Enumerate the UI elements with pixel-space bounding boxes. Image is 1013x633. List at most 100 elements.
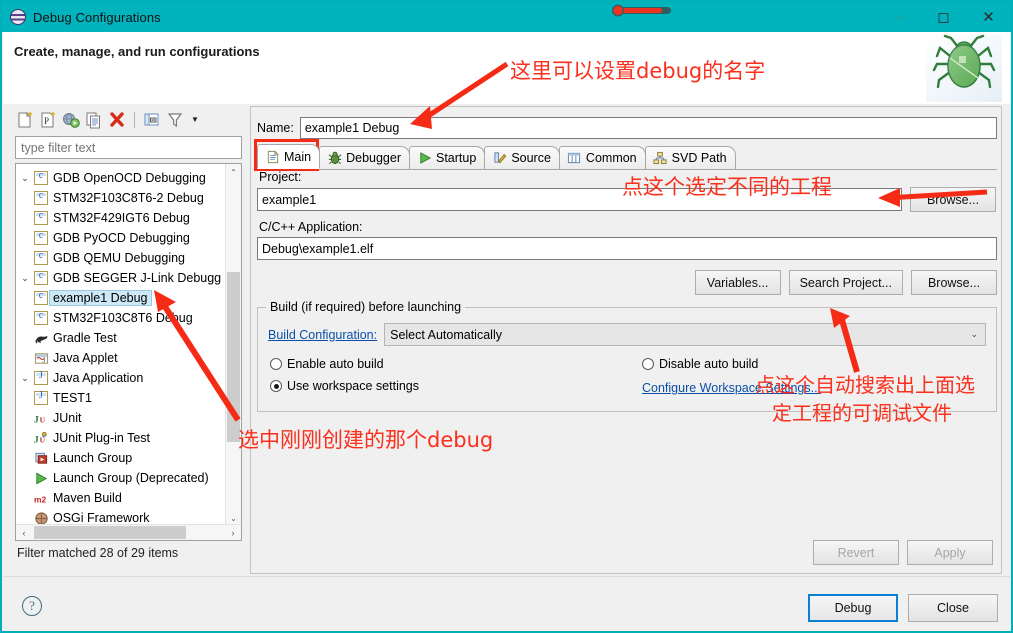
close-button[interactable]: ✕: [966, 2, 1011, 32]
maximize-button[interactable]: ◻: [921, 2, 966, 32]
tree-item-gdb-qemu-debugging[interactable]: GDB QEMU Debugging: [16, 248, 226, 268]
tree-item-java-applet[interactable]: J Java Applet: [16, 348, 226, 368]
tree-horizontal-scrollbar[interactable]: ‹ ›: [16, 524, 241, 540]
project-label: Project:: [259, 170, 302, 184]
application-input[interactable]: [257, 237, 997, 260]
view-menu-icon[interactable]: ▼: [188, 110, 202, 130]
junit-plugin-icon: J U: [32, 431, 50, 446]
revert-apply-row: Revert Apply: [813, 540, 993, 565]
configuration-editor: Name: Main: [250, 106, 1002, 574]
thermometer-icon: [612, 4, 671, 17]
tree-vertical-scrollbar[interactable]: ⌃ ⌄: [225, 164, 241, 526]
configure-workspace-settings-link[interactable]: Configure Workspace Settings...: [642, 381, 821, 395]
tree-toolbar: P ▼: [11, 106, 244, 133]
radio-enable-auto-build[interactable]: Enable auto build: [270, 357, 384, 371]
radio-indicator[interactable]: [270, 358, 282, 370]
configurations-panel: P ▼ type filter text ⌄ c GDB OpenOCD Deb…: [11, 106, 244, 574]
tab-common[interactable]: Common: [558, 146, 646, 169]
tab-startup[interactable]: Startup: [409, 146, 486, 169]
tree-item-stm32f429igt6-debug[interactable]: STM32F429IGT6 Debug: [16, 208, 226, 228]
apply-button[interactable]: Apply: [907, 540, 993, 565]
delete-icon[interactable]: [107, 110, 127, 130]
tree-item-java-application[interactable]: ⌄ Java Application: [16, 368, 226, 388]
tree-item-launch-group-deprecated[interactable]: Launch Group (Deprecated): [16, 468, 226, 488]
window-controls: – ◻ ✕: [876, 2, 1011, 32]
tab-label: Main: [284, 149, 312, 164]
tree-item-label: JUnit Plug-in Test: [53, 431, 151, 445]
tab-debugger[interactable]: Debugger: [319, 146, 410, 169]
filter-status-label: Filter matched 28 of 29 items: [17, 546, 179, 560]
tab-label: Common: [585, 151, 637, 165]
variables-button[interactable]: Variables...: [694, 270, 781, 295]
radio-label: Disable auto build: [659, 357, 759, 371]
scroll-up-icon[interactable]: ⌃: [226, 164, 241, 180]
radio-indicator[interactable]: [270, 380, 282, 392]
project-browse-button[interactable]: Browse...: [910, 187, 996, 212]
build-configuration-select[interactable]: Select Automatically ⌄: [384, 323, 986, 346]
tree-item-gdb-segger-jlink-debugging[interactable]: ⌄ GDB SEGGER J-Link Debugg: [16, 268, 226, 288]
tab-source[interactable]: Source: [484, 146, 560, 169]
tree-item-junit-plugin-test[interactable]: J U JUnit Plug-in Test: [16, 428, 226, 448]
java-icon: [32, 370, 50, 385]
search-project-button[interactable]: Search Project...: [788, 270, 903, 295]
build-configuration-link[interactable]: Build Configuration:: [268, 328, 377, 342]
tree-item-maven-build[interactable]: m2 Maven Build: [16, 488, 226, 508]
scroll-left-icon[interactable]: ‹: [16, 525, 32, 540]
configuration-name-input[interactable]: [299, 117, 997, 139]
tree-item-stm32f103c8t6-2-debug[interactable]: STM32F103C8T6-2 Debug: [16, 188, 226, 208]
duplicate-icon[interactable]: [84, 110, 104, 130]
tab-svd-path[interactable]: SVD Path: [644, 146, 736, 169]
filter-icon[interactable]: [165, 110, 185, 130]
help-icon[interactable]: ?: [22, 596, 42, 616]
scrollbar-thumb[interactable]: [227, 272, 240, 442]
browse-button[interactable]: Browse...: [911, 270, 997, 295]
tree-item-example1-debug[interactable]: example1 Debug: [16, 288, 226, 308]
radio-disable-auto-build[interactable]: Disable auto build: [642, 357, 758, 371]
tree-item-gradle-test[interactable]: Gradle Test: [16, 328, 226, 348]
configurations-tree[interactable]: ⌄ GDB OpenOCD Debugging STM32F103C8T6-2 …: [15, 163, 242, 541]
tree-item-label: OSGi Framework: [53, 511, 150, 525]
tab-bar: Main Debugger Startup Source Common SVD …: [257, 144, 997, 170]
export-icon[interactable]: [61, 110, 81, 130]
twisty-expanded-icon[interactable]: ⌄: [18, 373, 32, 384]
tree-item-gdb-openocd-debugging[interactable]: ⌄ GDB OpenOCD Debugging: [16, 168, 226, 188]
c-config-icon: [32, 270, 50, 285]
close-button-footer[interactable]: Close: [908, 594, 998, 622]
tree-item-label: STM32F429IGT6 Debug: [53, 211, 190, 225]
scrollbar-thumb[interactable]: [34, 526, 186, 539]
tree-item-gdb-pyocd-debugging[interactable]: GDB PyOCD Debugging: [16, 228, 226, 248]
collapse-all-icon[interactable]: [142, 110, 162, 130]
svg-text:P: P: [44, 116, 49, 126]
tree-item-label: GDB SEGGER J-Link Debugg: [53, 271, 222, 285]
c-config-icon: [32, 230, 50, 245]
search-input[interactable]: [15, 136, 242, 159]
play-icon: [417, 151, 432, 166]
radio-use-workspace-settings[interactable]: Use workspace settings: [270, 379, 419, 393]
maven-icon: m2: [32, 491, 50, 506]
main-tab-page: Project: Browse... C/C++ Application: Va…: [257, 170, 997, 522]
minimize-button[interactable]: –: [876, 2, 921, 32]
tree-items: ⌄ GDB OpenOCD Debugging STM32F103C8T6-2 …: [16, 164, 226, 526]
debug-button[interactable]: Debug: [808, 594, 898, 622]
bug-icon: [327, 151, 342, 166]
tab-label: Source: [511, 151, 551, 165]
twisty-expanded-icon[interactable]: ⌄: [18, 273, 32, 284]
project-input[interactable]: [257, 188, 902, 211]
c-config-icon: [32, 310, 50, 325]
new-configuration-icon[interactable]: [15, 110, 35, 130]
twisty-expanded-icon[interactable]: ⌄: [18, 173, 32, 184]
revert-button[interactable]: Revert: [813, 540, 899, 565]
tab-main[interactable]: Main: [257, 144, 321, 169]
tree-item-junit[interactable]: J U JUnit: [16, 408, 226, 428]
tree-item-label: Gradle Test: [53, 331, 117, 345]
tree-item-label: Java Application: [53, 371, 144, 385]
tree-item-test1[interactable]: TEST1: [16, 388, 226, 408]
tree-item-launch-group[interactable]: Launch Group: [16, 448, 226, 468]
c-config-icon: [32, 250, 50, 265]
radio-indicator[interactable]: [642, 358, 654, 370]
tree-item-stm32f103c8t6-debug[interactable]: STM32F103C8T6 Debug: [16, 308, 226, 328]
scroll-right-icon[interactable]: ›: [225, 525, 241, 540]
new-prototype-icon[interactable]: P: [38, 110, 58, 130]
tree-item-label: GDB QEMU Debugging: [53, 251, 186, 265]
tree-item-label: JUnit: [53, 411, 82, 425]
